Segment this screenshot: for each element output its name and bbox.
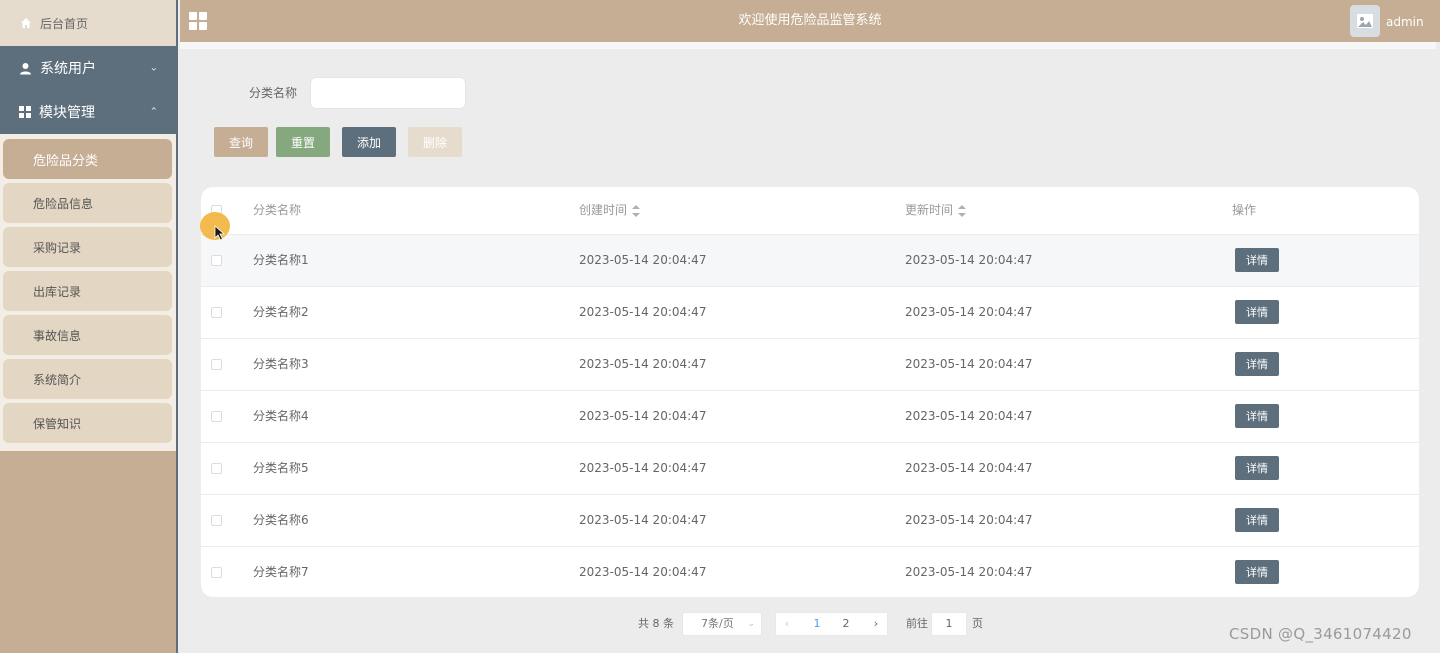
query-button[interactable]: 查询 xyxy=(214,127,268,157)
cell-name: 分类名称3 xyxy=(253,357,309,371)
cell-name: 分类名称2 xyxy=(253,305,309,319)
user-icon xyxy=(20,62,31,74)
table-row: 分类名称7 2023-05-14 20:04:47 2023-05-14 20:… xyxy=(201,547,1419,597)
cell-updated: 2023-05-14 20:04:47 xyxy=(905,513,1033,527)
prev-page-icon[interactable]: ‹ xyxy=(776,613,798,635)
table-row: 分类名称5 2023-05-14 20:04:47 2023-05-14 20:… xyxy=(201,443,1419,495)
table-row: 分类名称1 2023-05-14 20:04:47 2023-05-14 20:… xyxy=(201,235,1419,287)
username[interactable]: admin xyxy=(1386,0,1424,44)
sidebar-home-label: 后台首页 xyxy=(40,16,89,31)
cell-name: 分类名称1 xyxy=(253,253,309,267)
cell-created: 2023-05-14 20:04:47 xyxy=(579,357,707,371)
cell-updated: 2023-05-14 20:04:47 xyxy=(905,565,1033,579)
column-header-created-label: 创建时间 xyxy=(579,203,628,217)
sidebar-menu-system-users[interactable]: 系统用户 ⌄ xyxy=(0,46,176,90)
cell-created: 2023-05-14 20:04:47 xyxy=(579,513,707,527)
row-checkbox[interactable] xyxy=(211,567,222,578)
table-row: 分类名称2 2023-05-14 20:04:47 2023-05-14 20:… xyxy=(201,287,1419,339)
sidebar-item-hazard-category[interactable]: 危险品分类 xyxy=(3,139,172,179)
page-size-select[interactable]: 7条/页 ⌄ xyxy=(682,612,762,636)
add-button[interactable]: 添加 xyxy=(342,127,396,157)
pagination-total: 共 8 条 xyxy=(638,617,674,630)
category-name-input[interactable] xyxy=(310,77,466,109)
sidebar-item-accident-info[interactable]: 事故信息 xyxy=(3,315,172,355)
sidebar-menu-module-management[interactable]: 模块管理 ⌃ xyxy=(0,90,176,134)
chevron-down-icon: ⌄ xyxy=(149,62,158,74)
cell-name: 分类名称5 xyxy=(253,461,309,475)
cell-updated: 2023-05-14 20:04:47 xyxy=(905,253,1033,267)
sidebar-menu-label: 模块管理 xyxy=(39,105,95,121)
sidebar-item-hazard-info[interactable]: 危险品信息 xyxy=(3,183,172,223)
sort-icon[interactable] xyxy=(632,204,641,217)
sort-icon[interactable] xyxy=(958,204,967,217)
cell-created: 2023-05-14 20:04:47 xyxy=(579,461,707,475)
grid-icon xyxy=(19,106,31,118)
goto-unit: 页 xyxy=(972,617,983,630)
row-checkbox[interactable] xyxy=(211,463,222,474)
sidebar-menu-label: 系统用户 xyxy=(40,61,96,77)
cell-name: 分类名称4 xyxy=(253,409,309,423)
detail-button[interactable]: 详情 xyxy=(1235,248,1279,272)
detail-button[interactable]: 详情 xyxy=(1235,508,1279,532)
table-row: 分类名称3 2023-05-14 20:04:47 2023-05-14 20:… xyxy=(201,339,1419,391)
sidebar-item-system-intro[interactable]: 系统简介 xyxy=(3,359,172,399)
column-header-updated[interactable]: 更新时间 xyxy=(905,187,967,233)
column-header-actions: 操作 xyxy=(1232,203,1257,217)
search-label: 分类名称 xyxy=(249,86,298,100)
row-checkbox[interactable] xyxy=(211,411,222,422)
sidebar: 后台首页 系统用户 ⌄ 模块管理 ⌃ 危险品分类 危险品信息 采购记录 出库记录… xyxy=(0,0,178,653)
detail-button[interactable]: 详情 xyxy=(1235,352,1279,376)
table-header: 分类名称 创建时间 更新时间 操作 xyxy=(201,187,1419,235)
header-strip xyxy=(180,42,1436,49)
cell-created: 2023-05-14 20:04:47 xyxy=(579,565,707,579)
reset-button[interactable]: 重置 xyxy=(276,127,330,157)
avatar[interactable] xyxy=(1350,5,1380,37)
sidebar-home[interactable]: 后台首页 xyxy=(0,0,176,46)
next-page-icon[interactable]: › xyxy=(865,613,887,635)
chevron-up-icon: ⌃ xyxy=(149,106,158,118)
detail-button[interactable]: 详情 xyxy=(1235,456,1279,480)
pagination: 共 8 条 7条/页 ⌄ ‹ 1 2 › 前往 1 页 xyxy=(0,612,1440,636)
cursor-arrow-icon xyxy=(214,225,226,241)
sidebar-item-outbound-records[interactable]: 出库记录 xyxy=(3,271,172,311)
column-header-created[interactable]: 创建时间 xyxy=(579,187,641,233)
image-icon xyxy=(1357,14,1373,28)
detail-button[interactable]: 详情 xyxy=(1235,560,1279,584)
cell-created: 2023-05-14 20:04:47 xyxy=(579,409,707,423)
page-size-value: 7条/页 xyxy=(701,617,734,630)
home-icon xyxy=(21,18,31,28)
cell-created: 2023-05-14 20:04:47 xyxy=(579,305,707,319)
data-table: 分类名称 创建时间 更新时间 操作 分类名称1 2023-05-14 20:04… xyxy=(201,187,1419,597)
chevron-down-icon: ⌄ xyxy=(747,619,755,629)
cell-updated: 2023-05-14 20:04:47 xyxy=(905,305,1033,319)
cell-created: 2023-05-14 20:04:47 xyxy=(579,253,707,267)
column-header-updated-label: 更新时间 xyxy=(905,203,954,217)
page-number-2[interactable]: 2 xyxy=(835,613,857,635)
page-title: 欢迎使用危险品监管系统 xyxy=(738,13,882,28)
watermark: CSDN @Q_3461074420 xyxy=(1229,625,1412,643)
page-number-1[interactable]: 1 xyxy=(806,613,828,635)
cell-name: 分类名称6 xyxy=(253,513,309,527)
pager-box: ‹ 1 2 › xyxy=(775,612,888,636)
goto-page-input[interactable]: 1 xyxy=(931,612,967,636)
row-checkbox[interactable] xyxy=(211,307,222,318)
cell-updated: 2023-05-14 20:04:47 xyxy=(905,461,1033,475)
row-checkbox[interactable] xyxy=(211,255,222,266)
table-row: 分类名称6 2023-05-14 20:04:47 2023-05-14 20:… xyxy=(201,495,1419,547)
sidebar-item-purchase-records[interactable]: 采购记录 xyxy=(3,227,172,267)
row-checkbox[interactable] xyxy=(211,515,222,526)
cell-updated: 2023-05-14 20:04:47 xyxy=(905,409,1033,423)
row-checkbox[interactable] xyxy=(211,359,222,370)
cell-name: 分类名称7 xyxy=(253,565,309,579)
sidebar-item-storage-knowledge[interactable]: 保管知识 xyxy=(3,403,172,443)
delete-button[interactable]: 删除 xyxy=(408,127,462,157)
goto-label: 前往 xyxy=(906,617,928,630)
sidebar-submenu: 危险品分类 危险品信息 采购记录 出库记录 事故信息 系统简介 保管知识 xyxy=(0,134,176,451)
cell-updated: 2023-05-14 20:04:47 xyxy=(905,357,1033,371)
detail-button[interactable]: 详情 xyxy=(1235,300,1279,324)
top-header: 欢迎使用危险品监管系统 admin xyxy=(180,0,1440,42)
detail-button[interactable]: 详情 xyxy=(1235,404,1279,428)
column-header-name: 分类名称 xyxy=(253,203,302,217)
table-row: 分类名称4 2023-05-14 20:04:47 2023-05-14 20:… xyxy=(201,391,1419,443)
